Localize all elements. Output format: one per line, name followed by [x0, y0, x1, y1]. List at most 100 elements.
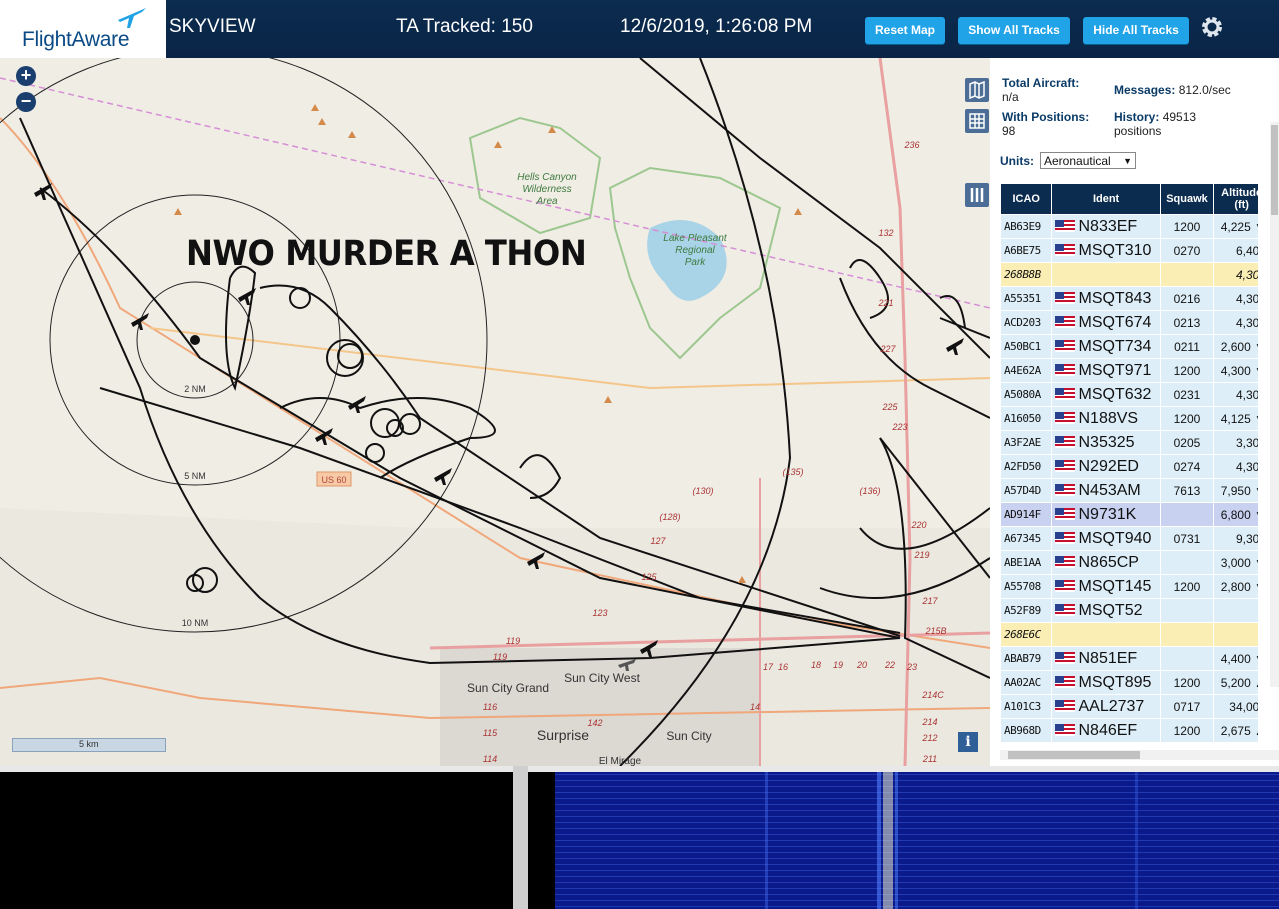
- us-flag-icon: [1055, 412, 1076, 425]
- zoom-in-button[interactable]: +: [16, 66, 36, 86]
- table-row[interactable]: A101C3 AAL2737 071734,000: [1001, 695, 1258, 718]
- svg-text:142: 142: [587, 718, 602, 728]
- grid-icon: [969, 113, 985, 129]
- table-row[interactable]: A2FD50 N292ED 02744,300: [1001, 455, 1258, 478]
- table-row[interactable]: A57D4D N453AM 76137,950 ▼: [1001, 479, 1258, 502]
- map-view[interactable]: Hells Canyon Wilderness Area Lake Pleasant…: [0, 58, 990, 766]
- altitude-cell: 4,300 ▼: [1214, 359, 1258, 382]
- spectrum-waterfall: [555, 772, 1279, 909]
- icao-cell: A16050: [1001, 407, 1052, 430]
- svg-text:Sun City Grand: Sun City Grand: [467, 681, 549, 695]
- aircraft-table-container[interactable]: ICAO Ident Squawk Altitude (ft) AB63E9 N8…: [1000, 183, 1258, 746]
- ident-text: MSQT971: [1078, 361, 1152, 379]
- ident-cell: MSQT734: [1052, 335, 1160, 358]
- show-all-tracks-button[interactable]: Show All Tracks: [958, 17, 1070, 44]
- icao-cell: AA02AC: [1001, 671, 1052, 694]
- altitude-cell: 4,225 ▼: [1214, 215, 1258, 238]
- aircraft-panel: Total Aircraft: n/a Messages: 812.0/sec …: [990, 58, 1279, 766]
- messages-label: Messages:: [1114, 83, 1176, 97]
- table-row[interactable]: 268E6C: [1001, 623, 1258, 646]
- scale-bar: 5 km: [12, 738, 166, 752]
- flightaware-logo[interactable]: FlightAware: [0, 0, 166, 60]
- table-row[interactable]: ABE1AA N865CP 3,000 ▼: [1001, 551, 1258, 574]
- ident-cell: N292ED: [1052, 455, 1160, 478]
- us-flag-icon: [1055, 388, 1076, 401]
- zoom-out-button[interactable]: −: [16, 92, 36, 112]
- altitude-cell: 7,950 ▼: [1214, 479, 1258, 502]
- altitude-cell: 9,300: [1214, 527, 1258, 550]
- svg-text:Area: Area: [535, 196, 558, 207]
- col-icao[interactable]: ICAO: [1001, 184, 1052, 214]
- table-row[interactable]: AB968D N846EF 12002,675 ▲: [1001, 719, 1258, 742]
- info-button[interactable]: i: [958, 732, 978, 752]
- ident-text: MSQT52: [1078, 601, 1143, 619]
- hscroll-thumb[interactable]: [1008, 751, 1140, 759]
- us-flag-icon: [1055, 364, 1076, 377]
- grid-button[interactable]: [965, 109, 989, 133]
- table-row[interactable]: A3F2AE N35325 02053,300: [1001, 431, 1258, 454]
- hide-all-tracks-button[interactable]: Hide All Tracks: [1083, 17, 1189, 44]
- us-flag-icon: [1055, 460, 1076, 473]
- table-row[interactable]: ACD203 MSQT674 02134,300: [1001, 311, 1258, 334]
- ident-text: MSQT145: [1078, 577, 1152, 595]
- units-label: Units:: [1000, 154, 1034, 168]
- ident-cell: MSQT310: [1052, 239, 1160, 262]
- columns-icon: [970, 188, 984, 202]
- squawk-cell: 1200: [1160, 671, 1214, 694]
- svg-text:214C: 214C: [921, 690, 944, 700]
- map-canvas: Hells CanyonWildernessArea Lake Pleasant…: [0, 58, 990, 766]
- squawk-cell: 0216: [1160, 287, 1214, 310]
- scroll-thumb[interactable]: [1271, 125, 1278, 215]
- table-row[interactable]: AB63E9 N833EF 12004,225 ▼: [1001, 215, 1258, 238]
- table-row[interactable]: A5080A MSQT632 02314,300: [1001, 383, 1258, 406]
- reset-map-button[interactable]: Reset Map: [865, 17, 945, 44]
- ident-cell: N453AM: [1052, 479, 1160, 502]
- svg-text:23: 23: [906, 662, 917, 672]
- altitude-cell: 4,300: [1214, 383, 1258, 406]
- svg-text:212: 212: [921, 733, 937, 743]
- svg-text:Wilderness: Wilderness: [522, 184, 571, 195]
- ident-text: N35325: [1078, 433, 1135, 451]
- map-layers-button[interactable]: [965, 78, 989, 102]
- table-row[interactable]: A52F89 MSQT52: [1001, 599, 1258, 622]
- columns-button[interactable]: [965, 183, 989, 207]
- table-row[interactable]: A6BE75 MSQT310 02706,400: [1001, 239, 1258, 262]
- svg-text:211: 211: [922, 754, 937, 764]
- ident-cell: MSQT971: [1052, 359, 1160, 382]
- pane-divider[interactable]: [513, 766, 528, 909]
- table-row[interactable]: A55708 MSQT145 12002,800 ▼: [1001, 575, 1258, 598]
- altitude-cell: [1214, 623, 1258, 646]
- col-ident[interactable]: Ident: [1052, 184, 1160, 214]
- units-select[interactable]: Aeronautical ▼: [1040, 152, 1136, 169]
- svg-text:20: 20: [856, 660, 867, 670]
- table-row[interactable]: AA02AC MSQT895 12005,200 ▲: [1001, 671, 1258, 694]
- svg-text:5 NM: 5 NM: [184, 471, 206, 481]
- svg-text:Regional: Regional: [675, 245, 715, 256]
- svg-text:(128): (128): [659, 512, 680, 522]
- ident-text: N833EF: [1078, 217, 1138, 235]
- table-row[interactable]: A4E62A MSQT971 12004,300 ▼: [1001, 359, 1258, 382]
- table-row[interactable]: 268B8B 4,300: [1001, 263, 1258, 286]
- ident-text: MSQT310: [1078, 241, 1152, 259]
- svg-text:16: 16: [778, 662, 788, 672]
- table-row[interactable]: A50BC1 MSQT734 02112,600 ▼: [1001, 335, 1258, 358]
- overlay-annotation: NWO MURDER A THON: [186, 234, 587, 274]
- total-aircraft: Total Aircraft: n/a: [1002, 76, 1079, 104]
- us-flag-icon: [1055, 316, 1076, 329]
- table-row[interactable]: ABAB79 N851EF 4,400 ▼: [1001, 647, 1258, 670]
- table-row[interactable]: A67345 MSQT940 07319,300: [1001, 527, 1258, 550]
- col-squawk[interactable]: Squawk: [1160, 184, 1214, 214]
- chevron-down-icon: ▼: [1123, 156, 1132, 166]
- gear-icon[interactable]: [1199, 14, 1225, 40]
- ident-cell: MSQT52: [1052, 599, 1160, 622]
- us-flag-icon: [1055, 292, 1076, 305]
- table-row[interactable]: AD914F N9731K 6,800 ▼: [1001, 503, 1258, 526]
- table-row[interactable]: A16050 N188VS 12004,125 ▼: [1001, 407, 1258, 430]
- col-altitude[interactable]: Altitude (ft): [1214, 184, 1258, 214]
- squawk-cell: [1160, 647, 1214, 670]
- ident-cell: MSQT632: [1052, 383, 1160, 406]
- table-row[interactable]: A55351 MSQT843 02164,300: [1001, 287, 1258, 310]
- squawk-cell: 0211: [1160, 335, 1214, 358]
- squawk-cell: [1160, 503, 1214, 526]
- altitude-cell: 2,675 ▲: [1214, 719, 1258, 742]
